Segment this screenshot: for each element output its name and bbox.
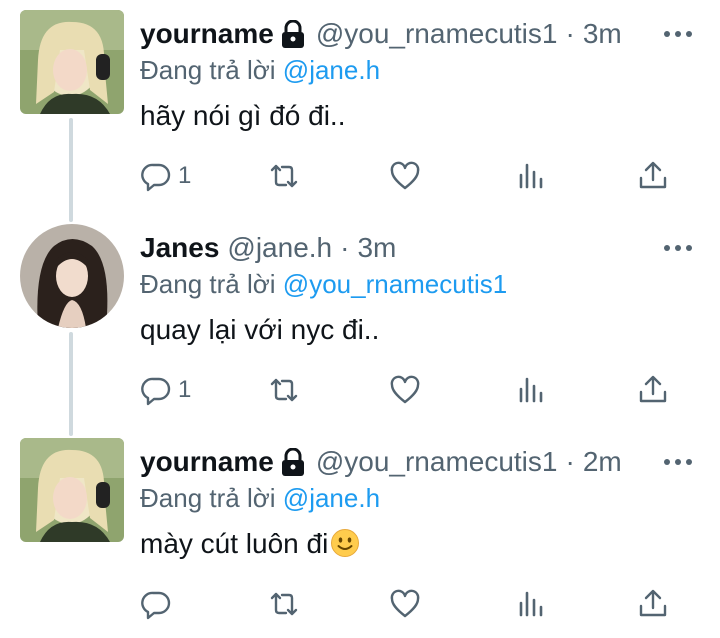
replying-to-label: Đang trả lời xyxy=(140,483,276,513)
views-icon xyxy=(519,377,543,403)
tweet-header: yourname @you_rnamecutis1 · 2m xyxy=(140,444,622,480)
smile-emoji-icon xyxy=(330,528,360,558)
tweet[interactable]: Janes @jane.h · 3m Đang trả lời @you_rna… xyxy=(0,214,720,424)
mention-link[interactable]: @you_rnamecutis1 xyxy=(283,269,507,299)
mention-link[interactable]: @jane.h xyxy=(283,55,380,85)
action-bar: 1 xyxy=(0,154,720,198)
like-icon xyxy=(390,589,420,618)
reply-count: 1 xyxy=(178,162,192,189)
retweet-icon xyxy=(270,378,298,402)
reply-button[interactable]: 1 xyxy=(140,368,191,412)
views-button[interactable] xyxy=(515,582,547,626)
timestamp[interactable]: 3m xyxy=(583,16,622,52)
avatar[interactable] xyxy=(20,10,124,114)
like-button[interactable] xyxy=(389,368,421,412)
avatar[interactable] xyxy=(20,224,124,328)
tweet[interactable]: yourname @you_rnamecutis1 · 3m Đang trả … xyxy=(0,0,720,210)
views-icon xyxy=(519,163,543,189)
tweet-text-container: mày cút luôn đi xyxy=(140,526,360,562)
lock-icon xyxy=(280,448,306,476)
handle[interactable]: @jane.h xyxy=(227,230,332,266)
display-name[interactable]: yourname xyxy=(140,16,274,52)
replying-to-label: Đang trả lời xyxy=(140,269,276,299)
retweet-button[interactable] xyxy=(268,582,300,626)
reply-button[interactable] xyxy=(140,582,172,626)
tweet-header: yourname @you_rnamecutis1 · 3m xyxy=(140,16,622,52)
share-button[interactable] xyxy=(637,582,669,626)
replying-to: Đang trả lời @jane.h xyxy=(140,54,380,86)
retweet-button[interactable] xyxy=(268,368,300,412)
like-button[interactable] xyxy=(389,154,421,198)
like-icon xyxy=(390,375,420,404)
handle[interactable]: @you_rnamecutis1 xyxy=(316,16,558,52)
tweet-header: Janes @jane.h · 3m xyxy=(140,230,396,266)
replying-to-label: Đang trả lời xyxy=(140,55,276,85)
avatar[interactable] xyxy=(20,438,124,542)
more-icon[interactable] xyxy=(664,452,692,472)
reply-button[interactable]: 1 xyxy=(140,154,191,198)
retweet-icon xyxy=(270,164,298,188)
like-icon xyxy=(390,161,420,190)
replying-to: Đang trả lời @jane.h xyxy=(140,482,380,514)
like-button[interactable] xyxy=(389,582,421,626)
tweet[interactable]: yourname @you_rnamecutis1 · 2m Đang trả … xyxy=(0,428,720,638)
tweet-text: mày cút luôn đi xyxy=(140,528,329,559)
replying-to: Đang trả lời @you_rnamecutis1 xyxy=(140,268,507,300)
timestamp[interactable]: 3m xyxy=(357,230,396,266)
more-icon[interactable] xyxy=(664,24,692,44)
views-icon xyxy=(519,591,543,617)
lock-icon xyxy=(280,20,306,48)
mention-link[interactable]: @jane.h xyxy=(283,483,380,513)
tweet-text: quay lại với nyc đi.. xyxy=(140,314,380,345)
share-icon xyxy=(639,161,667,189)
display-name[interactable]: Janes xyxy=(140,230,219,266)
action-bar: 1 xyxy=(0,368,720,412)
retweet-icon xyxy=(270,592,298,616)
action-bar xyxy=(0,582,720,626)
share-icon xyxy=(639,375,667,403)
display-name[interactable]: yourname xyxy=(140,444,274,480)
separator: · xyxy=(565,18,575,49)
retweet-button[interactable] xyxy=(268,154,300,198)
reply-icon xyxy=(141,377,171,406)
reply-count: 1 xyxy=(178,376,192,403)
views-button[interactable] xyxy=(515,154,547,198)
timestamp[interactable]: 2m xyxy=(583,444,622,480)
separator: · xyxy=(340,232,350,263)
handle[interactable]: @you_rnamecutis1 xyxy=(316,444,558,480)
share-button[interactable] xyxy=(637,368,669,412)
reply-icon xyxy=(141,591,171,620)
reply-icon xyxy=(141,163,171,192)
tweet-text: hãy nói gì đó đi.. xyxy=(140,100,346,131)
views-button[interactable] xyxy=(515,368,547,412)
share-icon xyxy=(639,589,667,617)
share-button[interactable] xyxy=(637,154,669,198)
separator: · xyxy=(565,446,575,477)
more-icon[interactable] xyxy=(664,238,692,258)
